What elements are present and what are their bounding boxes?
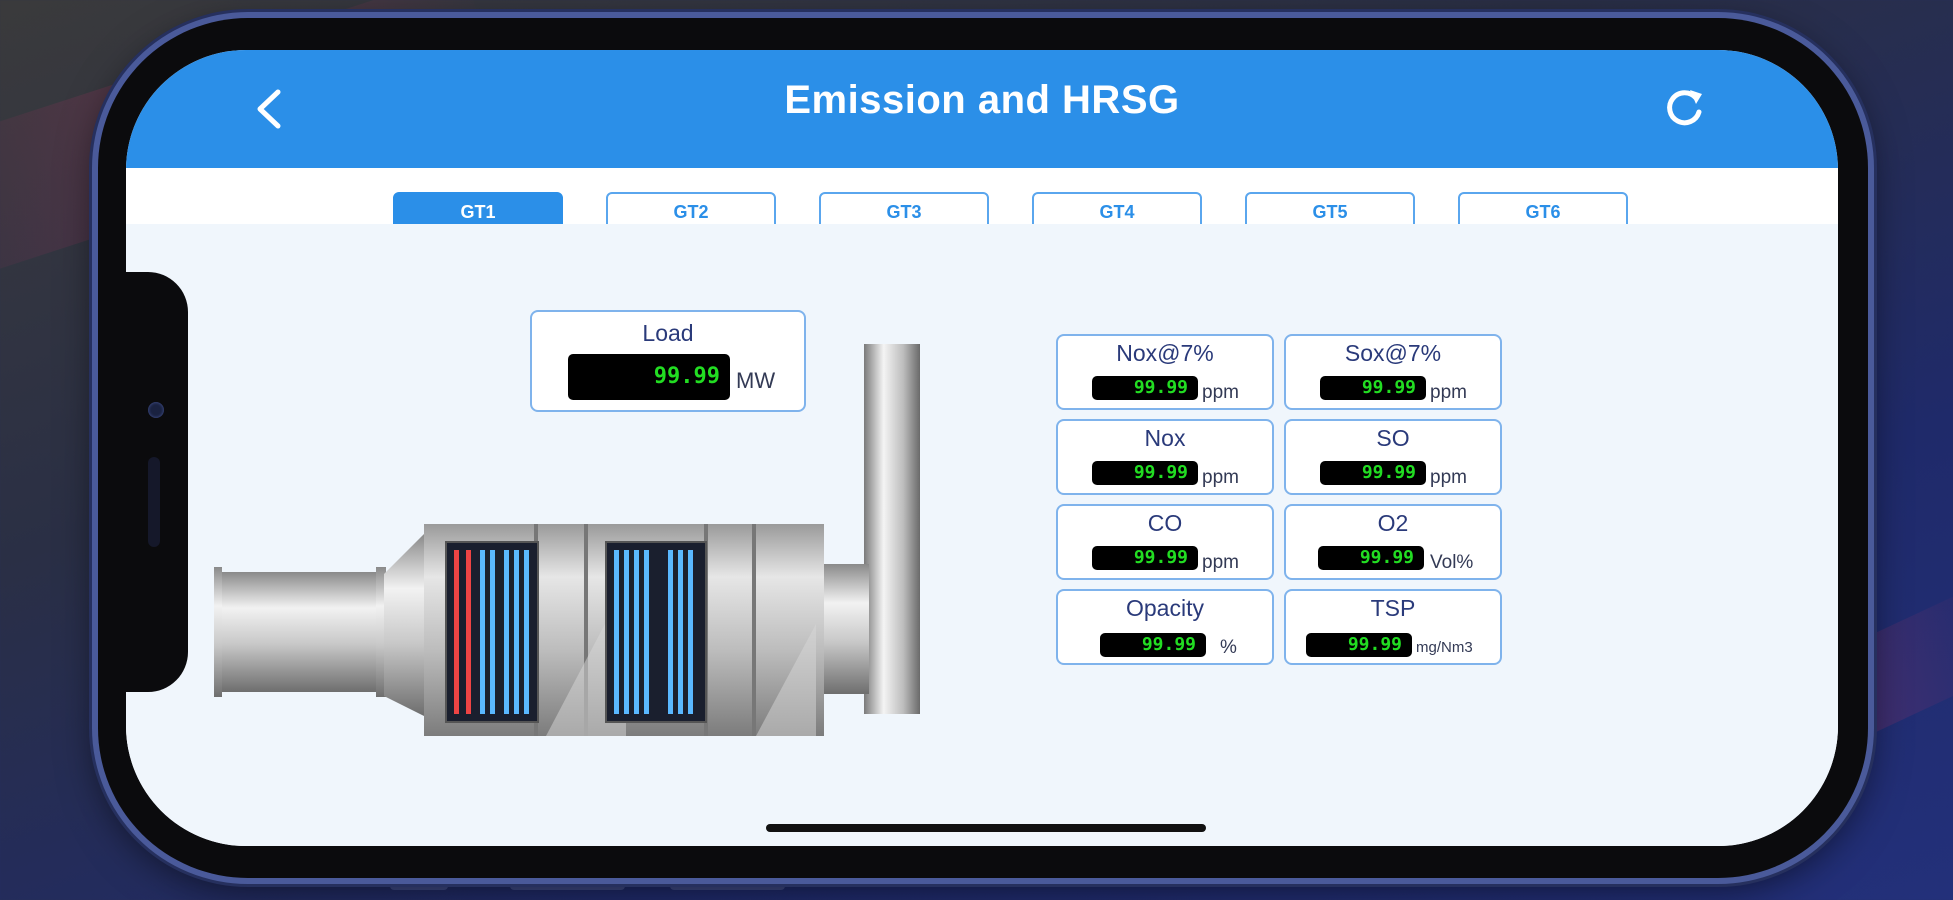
camera-icon [148, 402, 164, 418]
phone-bottom-button [390, 880, 448, 890]
metric-label: TSP [1370, 595, 1416, 621]
phone-bottom-button [510, 880, 625, 890]
heat-exchanger-coil-2 [605, 541, 707, 723]
metric-value-display: 99.99 [1306, 633, 1412, 657]
app-screen: Emission and HRSG GT1 GT2 GT3 GT4 GT5 GT… [126, 50, 1838, 846]
metric-value-display: 99.99 [1092, 546, 1198, 570]
metric-label: SO [1376, 425, 1410, 451]
exhaust-stack [864, 344, 920, 714]
home-indicator[interactable] [766, 824, 1206, 832]
metric-label: Nox [1144, 425, 1186, 451]
phone-bottom-button [670, 880, 785, 890]
load-label: Load [642, 320, 694, 346]
load-panel: Load 99.99 MW [530, 310, 806, 412]
metric-card-tsp: TSP 99.99 mg/Nm3 [1284, 589, 1502, 665]
metric-unit: ppm [1430, 382, 1467, 403]
metric-card-opacity: Opacity 99.99 % [1056, 589, 1274, 665]
metric-unit: ppm [1430, 467, 1467, 488]
refresh-icon [1667, 90, 1702, 126]
metric-label: Opacity [1126, 595, 1204, 621]
metric-unit: Vol% [1430, 552, 1474, 573]
load-unit: MW [736, 368, 776, 393]
metric-card-o2: O2 99.99 Vol% [1284, 504, 1502, 580]
heat-exchanger-coil-1 [445, 541, 539, 723]
gt-tab-bar: GT1 GT2 GT3 GT4 GT5 GT6 [126, 168, 1838, 230]
metric-card-nox: Nox 99.99 ppm [1056, 419, 1274, 495]
metric-unit: mg/Nm3 [1416, 639, 1473, 656]
speaker-grille [148, 457, 160, 547]
metric-card-sox7: Sox@7% 99.99 ppm [1284, 334, 1502, 410]
metric-unit: ppm [1202, 552, 1239, 573]
metric-value-display: 99.99 [1092, 376, 1198, 400]
phone-notch [126, 272, 188, 692]
page-title: Emission and HRSG [784, 78, 1180, 122]
metric-unit: ppm [1202, 382, 1239, 403]
metric-value-display: 99.99 [1320, 376, 1426, 400]
inlet-duct [214, 572, 384, 692]
metric-label: Sox@7% [1344, 340, 1442, 366]
main-content: Load 99.99 MW Nox@7% 99.99 ppm Sox@7% 99… [126, 224, 1838, 846]
metric-unit: ppm [1202, 467, 1239, 488]
metric-value-display: 99.99 [1318, 546, 1424, 570]
metric-label: CO [1147, 510, 1183, 536]
metric-card-co: CO 99.99 ppm [1056, 504, 1274, 580]
load-value-display: 99.99 [568, 354, 730, 400]
metric-card-nox7: Nox@7% 99.99 ppm [1056, 334, 1274, 410]
metric-value-display: 99.99 [1100, 633, 1206, 657]
metric-value-display: 99.99 [1092, 461, 1198, 485]
phone-frame: Emission and HRSG GT1 GT2 GT3 GT4 GT5 GT… [98, 18, 1868, 878]
metric-value-display: 99.99 [1320, 461, 1426, 485]
metric-unit: % [1220, 637, 1237, 658]
refresh-button[interactable] [1660, 84, 1708, 132]
metric-card-so: SO 99.99 ppm [1284, 419, 1502, 495]
app-header: Emission and HRSG [126, 50, 1838, 168]
metric-label: Nox@7% [1116, 340, 1214, 366]
metric-label: O2 [1377, 510, 1409, 536]
